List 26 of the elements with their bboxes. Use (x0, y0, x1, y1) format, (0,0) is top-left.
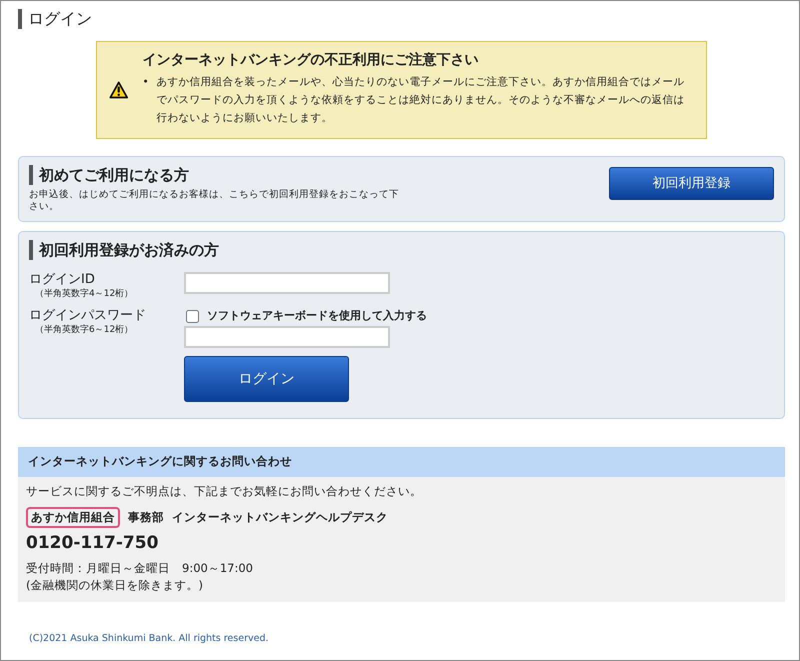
password-field[interactable] (184, 326, 390, 348)
contact-heading: インターネットバンキングに関するお問い合わせ (18, 447, 785, 477)
field-label: ログインID (29, 272, 96, 287)
register-button[interactable]: 初回利用登録 (609, 166, 774, 200)
contact-intro: サービスに関するご不明点は、下記までお気軽にお問い合わせください。 (26, 482, 423, 500)
org-tag: あすか信用組合 (26, 506, 120, 528)
field-hint: （半角英数字6～12桁） (34, 324, 134, 337)
section-heading: 初回利用登録がお済みの方 (29, 240, 774, 260)
keyboard-option[interactable]: ソフトウェアキーボードを使用して入力する (184, 308, 427, 324)
login-button[interactable]: ログイン (184, 356, 349, 402)
section-description: お申込後、はじめてご利用になるお客様は、こちらで初回利用登録をおこなって下さい。 (29, 188, 399, 213)
service-hours: 受付時間：月曜日～金曜日 9:00～17:00 (26, 560, 254, 577)
helpdesk-name: インターネットバンキングヘルプデスク (172, 508, 388, 526)
bullet-mark: • (142, 74, 149, 90)
page-title: ログイン (18, 9, 92, 29)
section-heading: 初めてご利用になる方 (29, 164, 399, 185)
department-name: 事務部 (128, 508, 164, 526)
field-hint: （半角英数字4～12桁） (34, 288, 134, 301)
field-label: ログインパスワード (29, 308, 147, 323)
hours-note: (金融機関の休業日を除きます。) (26, 576, 204, 594)
warning-text: あすか信用組合を装ったメールや、心当たりのない電子メールにご注意下さい。あすか信用組合ではメールでパスワードの入力を頂くような依頼をすることは絶対にありません。そのような不審なメールへの返信は行わないようにお願いいたします。 (156, 74, 686, 126)
id-field[interactable] (184, 272, 390, 294)
copyright-text: (C)2021 Asuka Shinkumi Bank. All rights reserved. (29, 632, 270, 646)
checkbox[interactable] (186, 310, 199, 323)
phone-number: 0120-117-750 (26, 532, 160, 556)
warning-title: インターネットバンキングの不正利用にご注意下さい (142, 52, 480, 69)
